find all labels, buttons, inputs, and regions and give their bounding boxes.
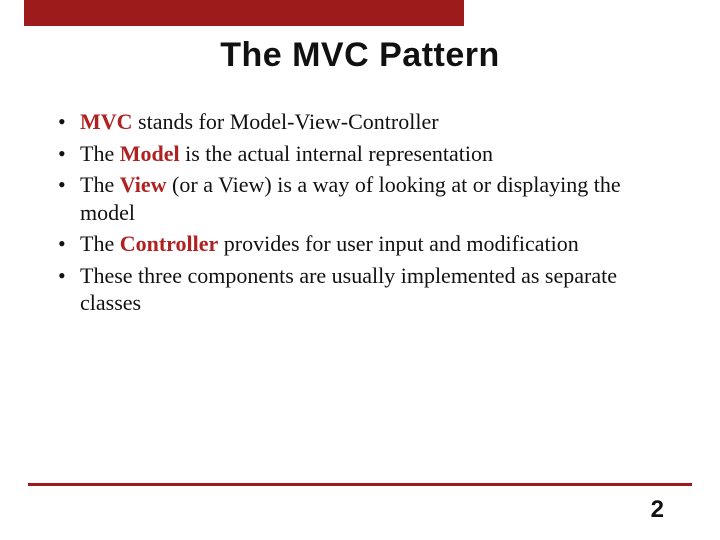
- bullet-post: stands for Model-View-Controller: [133, 109, 439, 134]
- bullet-pre: The: [80, 172, 120, 197]
- bullet-list: MVC stands for Model-View-Controller The…: [52, 108, 668, 317]
- bullet-item: The Controller provides for user input a…: [52, 230, 668, 258]
- bullet-item: The Model is the actual internal represe…: [52, 140, 668, 168]
- bullet-post: These three components are usually imple…: [80, 263, 617, 316]
- bullet-pre: The: [80, 141, 120, 166]
- bullet-post: is the actual internal representation: [180, 141, 493, 166]
- bullet-keyword: Controller: [120, 231, 219, 256]
- bullet-item: MVC stands for Model-View-Controller: [52, 108, 668, 136]
- bullet-keyword: Model: [120, 141, 180, 166]
- bullet-keyword: View: [120, 172, 167, 197]
- bullet-post: provides for user input and modification: [218, 231, 578, 256]
- header-accent-bar: [24, 0, 464, 26]
- bullet-keyword: MVC: [80, 109, 133, 134]
- content-area: MVC stands for Model-View-Controller The…: [52, 108, 668, 321]
- bullet-item: The View (or a View) is a way of looking…: [52, 171, 668, 226]
- bullet-pre: The: [80, 231, 120, 256]
- page-number: 2: [651, 496, 664, 524]
- footer-rule: [28, 483, 692, 486]
- bullet-item: These three components are usually imple…: [52, 262, 668, 317]
- slide-title: The MVC Pattern: [0, 36, 720, 75]
